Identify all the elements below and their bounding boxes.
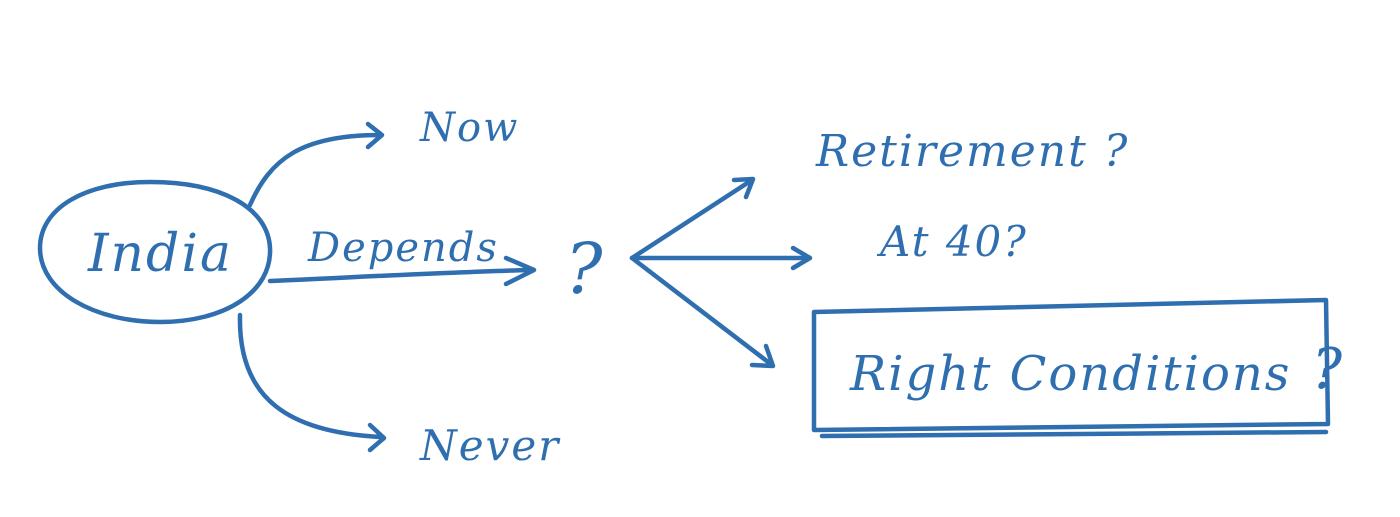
option-at-40-label: At 40? <box>880 217 1028 266</box>
option-retirement-label: Retirement ? <box>816 126 1130 177</box>
branch-never-label: Never <box>420 421 561 470</box>
india-node-label: India <box>88 224 233 284</box>
option-right-conditions-question-mark: ? <box>1312 337 1343 402</box>
option-right-conditions-label: Right Conditions <box>850 346 1292 402</box>
arrow-to-never <box>237 312 383 440</box>
diagram-canvas: India Now Depends ? Never Retirement ? A… <box>0 0 1400 517</box>
right-conditions-underline <box>819 429 1329 439</box>
branch-depends-label: Depends <box>308 225 499 271</box>
arrow-depends <box>267 267 533 284</box>
arrow-to-now <box>247 132 383 208</box>
arrow-to-right-conditions <box>629 255 775 368</box>
arrow-to-retirement <box>629 177 755 261</box>
depends-question-mark: ? <box>565 228 603 310</box>
branch-now-label: Now <box>420 105 520 151</box>
